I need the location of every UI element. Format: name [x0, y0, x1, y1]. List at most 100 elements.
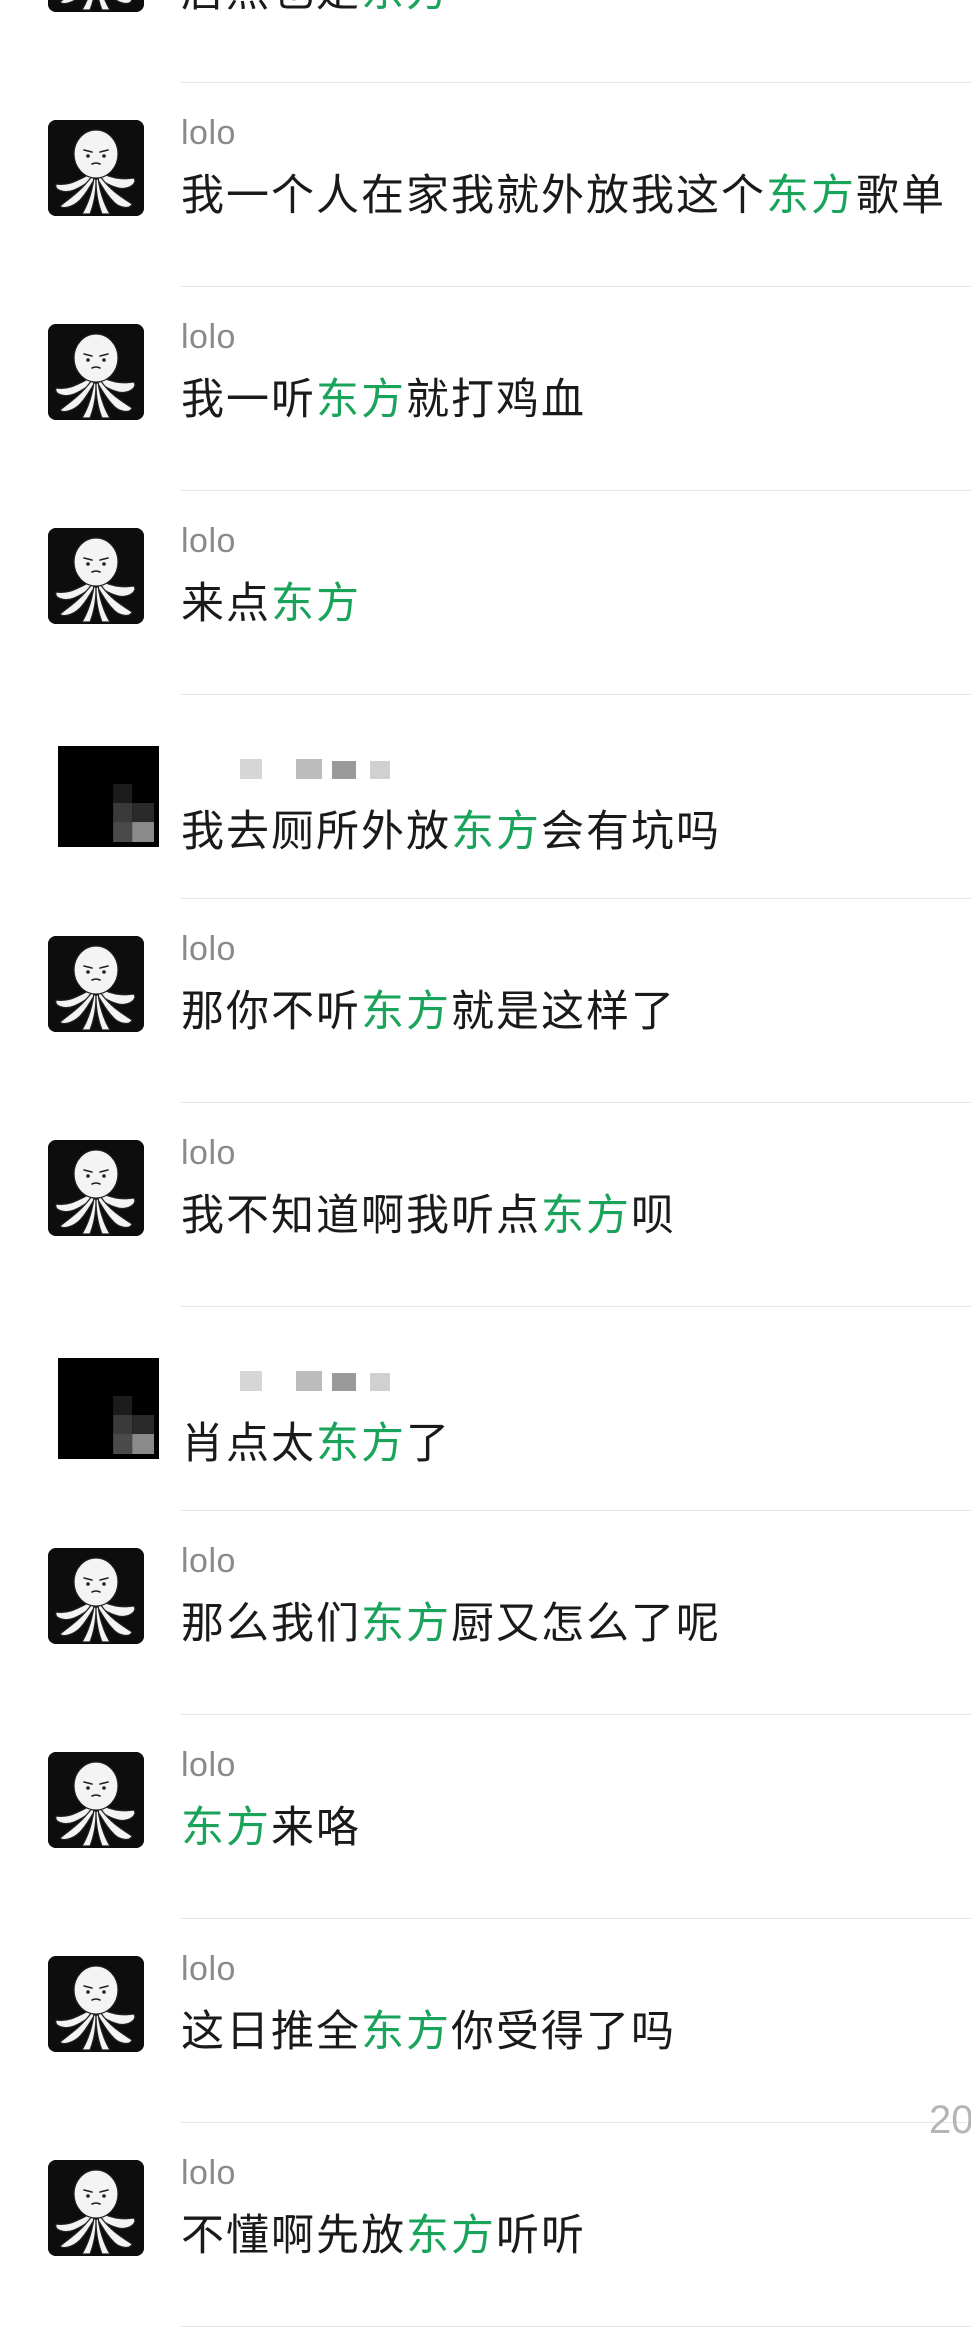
- message-text: 不懂啊先放东方听听: [181, 2204, 586, 2268]
- octopus-avatar[interactable]: [48, 936, 144, 1032]
- octopus-icon: [48, 1548, 144, 1644]
- message-text: 那么我们东方厨又怎么了呢: [181, 1592, 721, 1656]
- pixelated-icon: [58, 1358, 154, 1454]
- octopus-avatar[interactable]: [48, 120, 144, 216]
- message-text-pre: 我不知道啊我听点: [181, 1191, 541, 1241]
- message-text-pre: 我去厕所外放: [181, 807, 451, 857]
- divider: [181, 1714, 971, 1715]
- pixelated-avatar[interactable]: [58, 1358, 159, 1459]
- message-text-pre: 来点: [181, 579, 271, 629]
- message-text-post: 来咯: [271, 1803, 361, 1853]
- chat-message[interactable]: 肖点太东方了: [0, 1334, 971, 1526]
- message-text: 我一个人在家我就外放我这个东方歌单: [181, 164, 946, 228]
- message-text-pre: 我一个人在家我就外放我这个: [181, 171, 766, 221]
- octopus-icon: [48, 1140, 144, 1236]
- message-text-pre: 居然也是: [181, 0, 361, 17]
- chat-message[interactable]: lolo 我一个人在家我就外放我这个东方歌单: [0, 110, 971, 302]
- message-text: 我去厕所外放东方会有坑吗: [181, 800, 721, 864]
- message-keyword: 东方: [361, 2007, 451, 2057]
- chat-message[interactable]: lolo 来点东方: [0, 518, 971, 710]
- message-keyword: 东方: [406, 2211, 496, 2261]
- divider: [181, 82, 971, 83]
- chat-message[interactable]: lolo 这日推全东方你受得了吗: [0, 1946, 971, 2138]
- message-text: 我一听东方就打鸡血: [181, 368, 586, 432]
- chat-message[interactable]: lolo 东方来咯: [0, 1742, 971, 1934]
- pixelated-avatar[interactable]: [58, 746, 159, 847]
- message-keyword: 东方: [181, 1803, 271, 1853]
- octopus-avatar[interactable]: [48, 1140, 144, 1236]
- message-text-pre: 那么我们: [181, 1599, 361, 1649]
- divider: [181, 2326, 971, 2327]
- chat-message[interactable]: lolo 那你不听东方就是这样了: [0, 926, 971, 1118]
- sender-name[interactable]: lolo: [181, 2153, 236, 2193]
- divider: [181, 694, 971, 695]
- octopus-icon: [48, 2160, 144, 2256]
- message-keyword: 东方: [271, 579, 361, 629]
- message-text: 东方来咯: [181, 1796, 361, 1860]
- message-text-post: 就是这样了: [451, 987, 676, 1037]
- message-text: 来点东方: [181, 572, 361, 636]
- chat-message[interactable]: lolo 我不知道啊我听点东方呗: [0, 1130, 971, 1322]
- sender-name[interactable]: lolo: [181, 1949, 236, 1989]
- message-text-post: 呗: [631, 1191, 676, 1241]
- divider: [181, 1306, 971, 1307]
- message-keyword: 东方: [361, 987, 451, 1037]
- divider: [181, 1510, 971, 1511]
- message-keyword: 东方: [361, 1599, 451, 1649]
- divider: [181, 286, 971, 287]
- message-text-post: 会有坑吗: [541, 807, 721, 857]
- message-text-pre: 那你不听: [181, 987, 361, 1037]
- message-keyword: 东方: [316, 1419, 406, 1469]
- divider: [181, 2122, 971, 2123]
- octopus-icon: [48, 324, 144, 420]
- octopus-icon: [48, 528, 144, 624]
- octopus-avatar[interactable]: [48, 324, 144, 420]
- sender-name[interactable]: lolo: [181, 1541, 236, 1581]
- chat-message[interactable]: 我去厕所外放东方会有坑吗: [0, 722, 971, 914]
- message-text: 这日推全东方你受得了吗: [181, 2000, 676, 2064]
- octopus-avatar[interactable]: [48, 1548, 144, 1644]
- message-text: 我不知道啊我听点东方呗: [181, 1184, 676, 1248]
- octopus-icon: [48, 0, 144, 12]
- message-text-pre: 肖点太: [181, 1419, 316, 1469]
- octopus-avatar[interactable]: [48, 1956, 144, 2052]
- sender-name[interactable]: lolo: [181, 929, 236, 969]
- sender-name[interactable]: lolo: [181, 521, 236, 561]
- chat-message[interactable]: lolo 那么我们东方厨又怎么了呢: [0, 1538, 971, 1730]
- chat-message[interactable]: lolo 我一听东方就打鸡血: [0, 314, 971, 506]
- message-text-post: 你受得了吗: [451, 2007, 676, 2057]
- octopus-icon: [48, 936, 144, 1032]
- sender-name[interactable]: lolo: [181, 317, 236, 357]
- octopus-icon: [48, 1956, 144, 2052]
- sender-name[interactable]: lolo: [181, 113, 236, 153]
- divider: [181, 1102, 971, 1103]
- octopus-avatar[interactable]: [48, 2160, 144, 2256]
- message-text: 居然也是东方: [181, 0, 451, 24]
- message-text-post: 歌单: [856, 171, 946, 221]
- sender-name[interactable]: lolo: [181, 1745, 236, 1785]
- chat-message[interactable]: lolo 居然也是东方: [0, 0, 971, 98]
- message-text: 那你不听东方就是这样了: [181, 980, 676, 1044]
- divider: [181, 1918, 971, 1919]
- message-keyword: 东方: [541, 1191, 631, 1241]
- octopus-avatar[interactable]: [48, 1752, 144, 1848]
- divider: [181, 898, 971, 899]
- message-text-pre: 这日推全: [181, 2007, 361, 2057]
- message-keyword: 东方: [451, 807, 541, 857]
- message-text-post: 厨又怎么了呢: [451, 1599, 721, 1649]
- octopus-icon: [48, 120, 144, 216]
- message-text-post: 就打鸡血: [406, 375, 586, 425]
- sender-name[interactable]: lolo: [181, 1133, 236, 1173]
- message-keyword: 东方: [316, 375, 406, 425]
- message-text-pre: 我一听: [181, 375, 316, 425]
- divider: [181, 490, 971, 491]
- octopus-avatar[interactable]: [48, 0, 144, 12]
- partial-timestamp: 20: [929, 2098, 971, 2142]
- redacted-sender-name: [240, 759, 410, 781]
- octopus-icon: [48, 1752, 144, 1848]
- chat-message[interactable]: lolo 不懂啊先放东方听听: [0, 2150, 971, 2342]
- octopus-avatar[interactable]: [48, 528, 144, 624]
- message-text-post: 了: [406, 1419, 451, 1469]
- message-text-pre: 不懂啊先放: [181, 2211, 406, 2261]
- message-keyword: 东方: [766, 171, 856, 221]
